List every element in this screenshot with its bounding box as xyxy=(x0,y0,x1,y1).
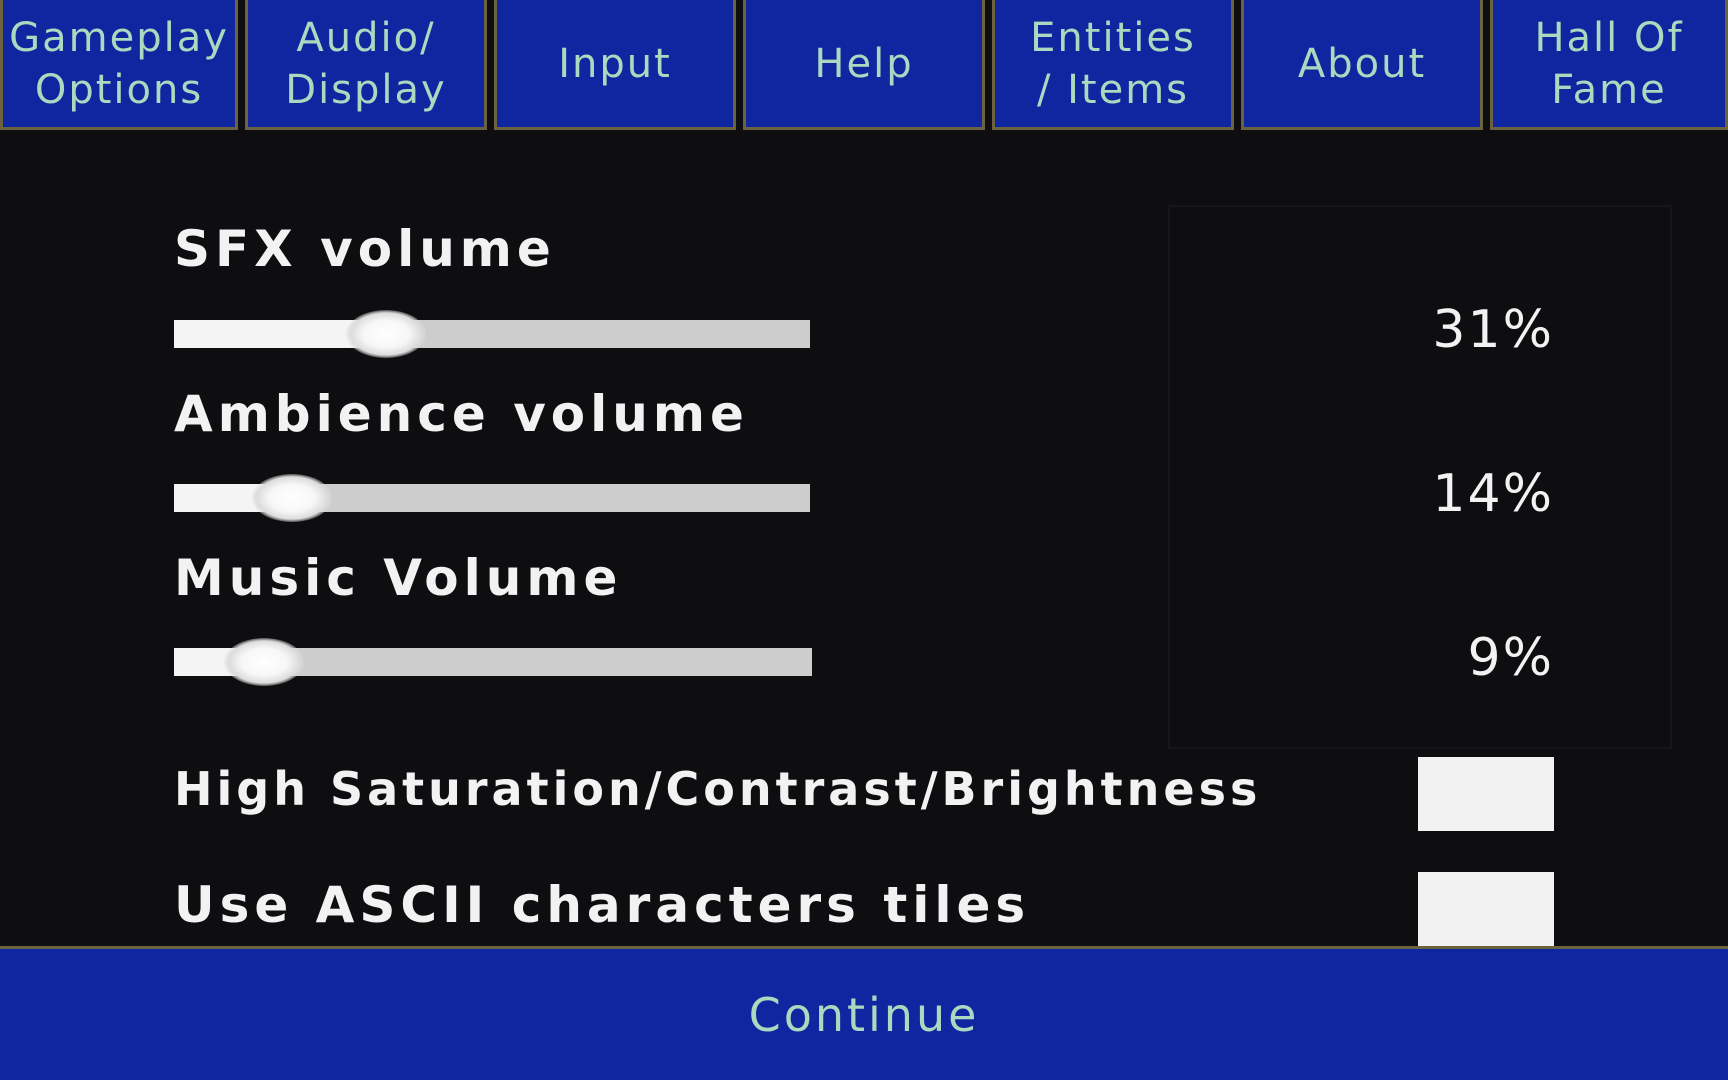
tab-label: Hall Of Fame xyxy=(1534,14,1684,113)
music-volume-label: Music Volume xyxy=(174,549,623,607)
sfx-volume-label: SFX volume xyxy=(174,220,556,278)
tab-label: Entities / Items xyxy=(1030,14,1196,113)
high-saturation-label: High Saturation/Contrast/Brightness xyxy=(174,762,1262,816)
ambience-volume-slider[interactable] xyxy=(174,474,810,522)
tab-help[interactable]: Help xyxy=(743,0,985,130)
tab-label: Gameplay Options xyxy=(9,14,229,113)
slider-knob[interactable] xyxy=(346,310,427,358)
tab-label: Help xyxy=(814,40,914,87)
slider-knob[interactable] xyxy=(224,638,305,686)
tab-label: Audio/ Display xyxy=(285,14,447,113)
ascii-tiles-label: Use ASCII characters tiles xyxy=(174,876,1031,934)
ambience-volume-value: 14% xyxy=(1432,464,1554,524)
tab-audio-display[interactable]: Audio/ Display xyxy=(245,0,487,130)
options-tab-bar: Gameplay Options Audio/ Display Input He… xyxy=(0,0,1728,134)
tab-hall-of-fame[interactable]: Hall Of Fame xyxy=(1490,0,1728,130)
tab-label: Input xyxy=(558,40,672,87)
tab-input[interactable]: Input xyxy=(494,0,736,130)
tab-gameplay-options[interactable]: Gameplay Options xyxy=(0,0,238,130)
sfx-volume-slider[interactable] xyxy=(174,310,810,358)
ascii-tiles-checkbox[interactable] xyxy=(1418,872,1554,946)
sfx-volume-value: 31% xyxy=(1432,300,1554,360)
music-volume-value: 9% xyxy=(1467,628,1554,688)
background-game-panel xyxy=(1168,205,1672,749)
continue-label: Continue xyxy=(748,987,980,1042)
options-screen: Gameplay Options Audio/ Display Input He… xyxy=(0,0,1728,1080)
tab-entities-items[interactable]: Entities / Items xyxy=(992,0,1234,130)
high-saturation-checkbox[interactable] xyxy=(1418,757,1554,831)
music-volume-slider[interactable] xyxy=(174,638,812,686)
slider-knob[interactable] xyxy=(251,474,332,522)
continue-button[interactable]: Continue xyxy=(0,946,1728,1080)
ambience-volume-label: Ambience volume xyxy=(174,385,749,443)
tab-label: About xyxy=(1297,40,1427,87)
tab-about[interactable]: About xyxy=(1241,0,1483,130)
